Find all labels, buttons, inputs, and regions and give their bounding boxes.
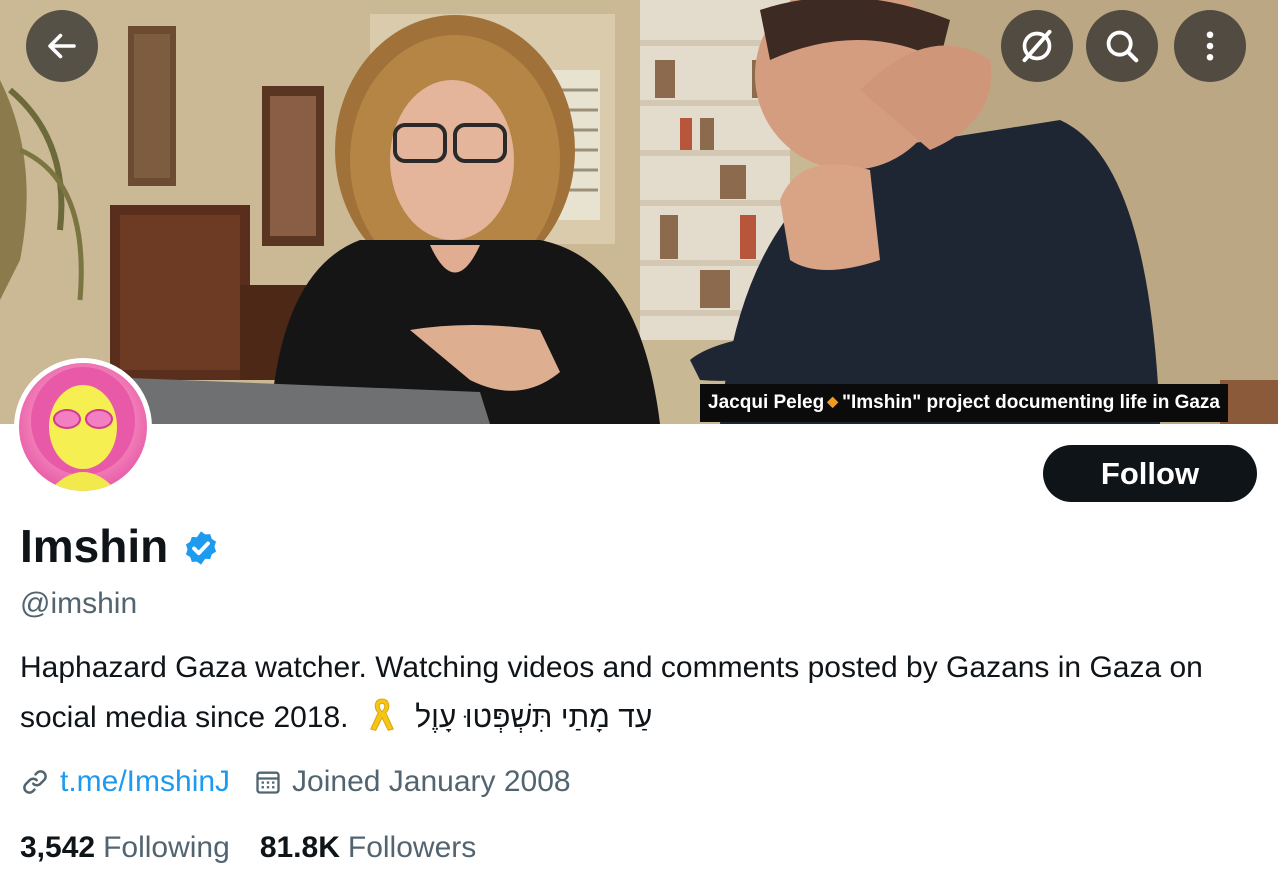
profile-banner[interactable]: Jacqui Peleg ◆ "Imshin" project documentin… (0, 0, 1278, 424)
display-name: Imshin (20, 520, 169, 572)
joined-date-text: Joined January 2008 (292, 765, 571, 798)
arrow-left-icon (48, 33, 76, 59)
joined-date: Joined January 2008 (254, 760, 571, 804)
display-name-row: Imshin (20, 518, 220, 574)
more-options-button[interactable] (1174, 10, 1246, 82)
caption-text: "Imshin" project documenting life in Gaz… (841, 392, 1220, 413)
more-vertical-icon (1206, 31, 1214, 61)
user-handle: @imshin (20, 587, 138, 620)
bio-hebrew-text: עַד מָתַי תִּשְׁפְּטוּ עָוֶל (415, 701, 653, 734)
following-stat[interactable]: 3,542 Following (20, 826, 230, 870)
caption-separator: ◆ (827, 393, 838, 409)
banner-image (0, 0, 1278, 424)
following-count: 3,542 (20, 831, 96, 864)
profile-link[interactable]: t.me/ImshinJ (20, 760, 230, 804)
yellow-ribbon-icon (369, 698, 394, 731)
followers-stat[interactable]: 81.8K Followers (260, 826, 476, 870)
profile-stats: 3,542 Following 81.8K Followers (20, 826, 476, 870)
caption-name: Jacqui Peleg (708, 392, 825, 413)
followers-label: Followers (347, 831, 477, 864)
verified-badge-icon[interactable] (182, 529, 220, 567)
followers-count: 81.8K (259, 831, 340, 864)
search-icon (1106, 30, 1139, 63)
following-label: Following (103, 831, 230, 864)
follow-button[interactable]: Follow (1043, 445, 1257, 502)
grok-button[interactable] (1001, 10, 1073, 82)
banner-caption: Jacqui Peleg ◆ "Imshin" project documentin… (700, 384, 1228, 422)
profile-page: Jacqui Peleg ◆ "Imshin" project documentin… (0, 0, 1278, 892)
avatar[interactable] (14, 358, 152, 496)
avatar-image (19, 363, 147, 491)
profile-link-text[interactable]: t.me/ImshinJ (60, 760, 230, 804)
search-button[interactable] (1086, 10, 1158, 82)
calendar-icon (254, 768, 282, 796)
profile-bio: Haphazard Gaza watcher. Watching videos … (20, 643, 1265, 743)
back-button[interactable] (26, 10, 98, 82)
profile-meta: t.me/ImshinJ Joined January 2008 (20, 760, 571, 804)
link-icon (20, 767, 50, 797)
grok-icon (1022, 29, 1052, 63)
